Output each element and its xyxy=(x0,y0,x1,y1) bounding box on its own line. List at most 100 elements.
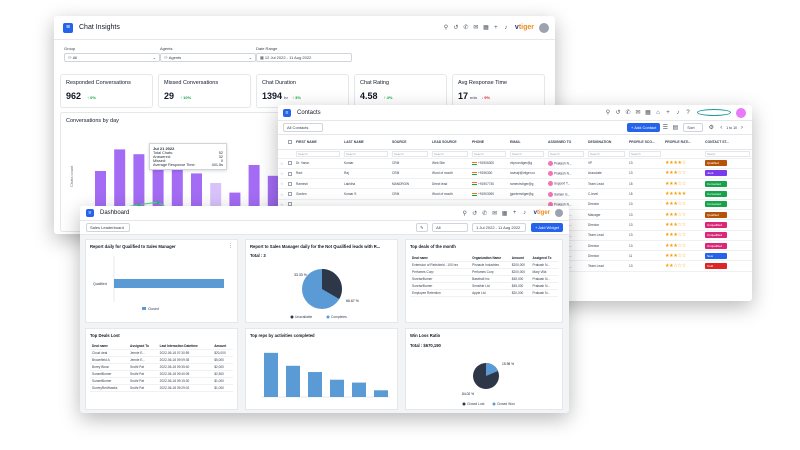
table-row[interactable]: Cloud deal Jennie E... 2022-06-18 07:30:59… xyxy=(90,349,233,357)
cell-org[interactable]: Perfumes Corp xyxy=(470,268,510,276)
app-menu-icon[interactable]: ≡ xyxy=(283,108,291,117)
chat-icon[interactable]: ✉ xyxy=(473,24,479,31)
cell-deal[interactable]: SurveyRedHawks xyxy=(90,384,129,392)
table-row[interactable]: Extension of Redshield - 100 hrs Pinnacle… xyxy=(410,261,558,269)
cell-deal[interactable]: Cloud deal xyxy=(90,349,129,357)
row-select-cell[interactable] xyxy=(286,178,294,190)
rep-bar[interactable] xyxy=(286,365,300,397)
table-row[interactable]: Borey Bicon Sruthi Pat 2022-06-18 09:35:40… xyxy=(90,363,233,371)
group-select[interactable]: ⚇ All ⌄ xyxy=(64,53,160,62)
chat-icon[interactable]: ✉ xyxy=(492,210,498,217)
history-icon[interactable]: ↺ xyxy=(472,210,478,217)
column-search-input[interactable]: Search xyxy=(296,150,340,157)
cell-deal[interactable]: SunsetBurner xyxy=(90,377,129,385)
avatar[interactable] xyxy=(539,22,549,33)
calendar-icon[interactable]: ▦ xyxy=(502,210,508,217)
grid-view-icon[interactable]: ▤ xyxy=(672,124,678,131)
column-search-input[interactable]: Search xyxy=(432,150,468,157)
column-search-input[interactable]: Search xyxy=(392,150,428,157)
calendar-icon[interactable]: ▦ xyxy=(483,24,489,31)
cell-deal[interactable]: Brownfield A xyxy=(90,356,129,364)
favorite-icon[interactable]: ☆ xyxy=(280,161,284,166)
column-search-input[interactable]: Search xyxy=(588,150,625,157)
cell-email[interactable]: vkprocvtiger@g xyxy=(508,158,546,169)
table-row[interactable]: SunsetBurner Sruthi Pat 2022-06-18 09:40:0… xyxy=(90,370,233,378)
favorite-icon[interactable]: ☆ xyxy=(280,192,284,197)
rep-bar[interactable] xyxy=(308,372,322,397)
row-select-cell[interactable] xyxy=(286,168,294,180)
phone-icon[interactable]: ✆ xyxy=(482,210,488,217)
app-menu-icon[interactable]: ≡ xyxy=(86,209,94,217)
row-checkbox[interactable] xyxy=(288,161,292,166)
date-range-select[interactable]: 1 Jul 2022 - 11 Aug 2022 xyxy=(472,223,527,232)
table-row[interactable]: SurveyRedHawks Sruthi Pat 2022-06-18 09:29… xyxy=(90,384,233,392)
column-search-input[interactable]: Search xyxy=(548,150,584,157)
column-header[interactable]: PROFILE SCO... xyxy=(627,135,663,150)
table-row[interactable]: SunriseBurner Baseball Inc $45,000 Prakash … xyxy=(410,275,558,283)
cell-deal[interactable]: SunsetBurner xyxy=(90,370,129,378)
search-icon[interactable]: ⚲ xyxy=(605,109,611,116)
column-header[interactable]: EMAIL xyxy=(508,135,546,150)
favorite-icon[interactable]: ☆ xyxy=(280,171,284,176)
select-all-checkbox[interactable] xyxy=(288,139,292,144)
app-menu-icon[interactable]: ≡ xyxy=(63,22,73,33)
inbox-icon[interactable]: ⌂ xyxy=(655,110,661,116)
dashboard-select[interactable]: Sales Leaderboard xyxy=(86,223,130,232)
row-checkbox[interactable] xyxy=(288,181,292,186)
cell-email[interactable]: rameshvtiger@g xyxy=(508,178,546,190)
cell-email[interactable]: jgordenvtiger@g xyxy=(508,188,546,200)
row-select-cell[interactable] xyxy=(286,158,294,169)
column-search-input[interactable]: Search xyxy=(510,150,544,157)
help-icon[interactable]: ? xyxy=(685,110,691,116)
column-header[interactable]: LEAD SOURCE xyxy=(430,135,470,150)
table-row[interactable]: SunriseBurner Sensible Ltd $45,000 Prakash … xyxy=(410,282,558,290)
cell-deal[interactable]: SunriseBurner xyxy=(410,275,471,283)
rep-bar[interactable] xyxy=(330,379,344,397)
column-header[interactable]: DESIGNATION xyxy=(586,135,627,150)
table-row[interactable]: ☆ Gorden Kumar S CRM Word of mouth +91903090 j… xyxy=(278,188,752,200)
rep-bar[interactable] xyxy=(352,382,366,397)
cell-org[interactable]: Apple Ltd xyxy=(470,289,510,297)
column-header[interactable]: SOURCE xyxy=(390,135,430,150)
agents-select[interactable]: ⚇ Agents ⌄ xyxy=(160,53,256,62)
search-icon[interactable]: ⚲ xyxy=(443,24,449,31)
select-all-cell[interactable] xyxy=(286,135,294,150)
chat-icon[interactable]: ✉ xyxy=(635,109,641,116)
history-icon[interactable]: ↺ xyxy=(615,109,621,116)
add-widget-button[interactable]: + Add Widget xyxy=(531,223,563,232)
edit-button[interactable]: ✎ xyxy=(416,223,429,232)
add-contact-button[interactable]: + Add Contact xyxy=(627,123,661,132)
column-header[interactable]: LAST NAME xyxy=(342,135,390,150)
table-row[interactable]: Perfumes Corp Perfumes Corp $200,000 Mary V… xyxy=(410,268,558,276)
row-select-cell[interactable] xyxy=(286,188,294,200)
table-row[interactable]: Brownfield A Jennie E... 2022-06-18 09:09:… xyxy=(90,356,233,364)
more-icon[interactable]: ⋮ xyxy=(228,243,233,249)
calendar-icon[interactable]: ▦ xyxy=(645,109,651,116)
settings-icon[interactable]: ⚙ xyxy=(708,124,714,131)
row-star-cell[interactable]: ☆ xyxy=(278,188,286,200)
cell-org[interactable]: Sensible Ltd xyxy=(470,282,510,290)
row-star-cell[interactable]: ☆ xyxy=(278,178,286,190)
row-checkbox[interactable] xyxy=(288,192,292,197)
add-icon[interactable]: + xyxy=(665,110,671,116)
column-header[interactable]: ASSIGNED TO xyxy=(546,135,586,150)
cell-deal[interactable]: Employee Retention xyxy=(410,289,471,297)
rep-bar[interactable] xyxy=(264,352,278,397)
add-icon[interactable]: + xyxy=(512,210,518,216)
table-row[interactable]: Employee Retention Apple Ltd $20,000 Prakas… xyxy=(410,289,558,297)
column-search-input[interactable]: Select xyxy=(705,150,750,157)
row-star-cell[interactable]: ☆ xyxy=(278,168,286,180)
sort-button[interactable]: Sort xyxy=(683,123,704,132)
list-view-icon[interactable]: ☰ xyxy=(662,124,668,131)
search-icon[interactable]: ⚲ xyxy=(462,210,468,217)
history-icon[interactable]: ↺ xyxy=(453,24,459,31)
column-header[interactable]: PHONE xyxy=(470,135,508,150)
row-star-cell[interactable]: ☆ xyxy=(278,158,286,169)
add-icon[interactable]: + xyxy=(493,25,499,31)
avatar[interactable] xyxy=(736,107,746,118)
table-row[interactable]: ☆ Ramesh Lakhiha MANDROW Direct lead +9190773… xyxy=(278,178,752,190)
column-header[interactable]: CONTACT ST... xyxy=(703,135,752,150)
column-search-input[interactable]: Search xyxy=(344,150,388,157)
phone-icon[interactable]: ✆ xyxy=(625,109,631,116)
date-range-select[interactable]: ▦ 12 Jul 2022 - 11 Aug 2022 xyxy=(256,53,352,62)
